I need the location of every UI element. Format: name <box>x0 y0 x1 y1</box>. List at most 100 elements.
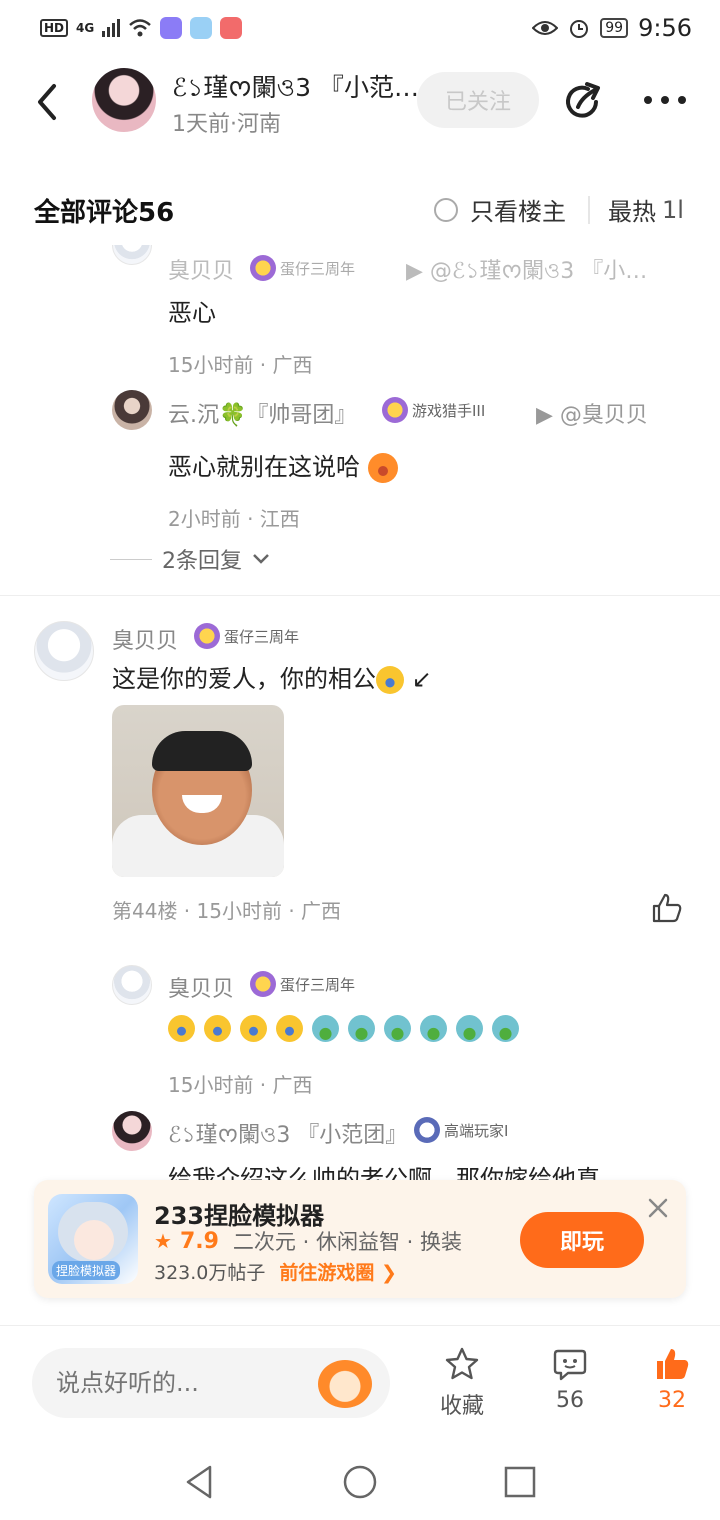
game-icon-tag: 捏脸模拟器 <box>52 1261 121 1280</box>
alarm-icon <box>570 20 589 38</box>
star-icon: ★ <box>154 1229 172 1253</box>
play-now-button[interactable]: 即玩 <box>520 1212 644 1268</box>
comment-text: 这是你的爱人，你的相公 ↙ <box>112 659 432 694</box>
eye-icon <box>532 21 559 35</box>
sort-icon: 1l <box>662 195 684 224</box>
badge-label: 蛋仔三周年 <box>280 975 356 994</box>
comment-text-body: 这是你的爱人，你的相公 <box>112 665 376 693</box>
author-avatar[interactable] <box>92 68 156 132</box>
radio-icon[interactable] <box>434 197 458 222</box>
vomit-emoji-icon <box>384 1015 411 1042</box>
clock: 9:56 <box>638 14 692 42</box>
badge-label: 蛋仔三周年 <box>224 627 300 646</box>
follow-button[interactable]: 已关注 <box>417 72 539 128</box>
favorite-button[interactable]: 收藏 <box>427 1346 497 1420</box>
wifi-icon <box>129 19 152 37</box>
comments-header: 全部评论56 只看楼主 最热 1l <box>0 180 720 240</box>
game-post-count: 323.0万帖子 <box>154 1262 266 1284</box>
vomit-emoji-icon <box>492 1015 519 1042</box>
post-header: ℰ১瑾ᰔ闌ও3 『小范… 1天前·河南 已关注 <box>0 62 720 142</box>
close-icon[interactable] <box>646 1196 670 1220</box>
comment-meta: 2小时前 · 江西 <box>168 507 300 531</box>
nav-back-icon[interactable] <box>180 1462 220 1502</box>
only-op-toggle[interactable]: 只看楼主 <box>434 192 566 227</box>
back-arrow-icon[interactable] <box>28 80 68 124</box>
reply-username[interactable]: 臭贝贝 <box>168 971 234 1003</box>
user-badge: 游戏猎手III <box>382 397 485 423</box>
sort-label: 最热 <box>608 198 656 226</box>
comment-count: 56 <box>556 1388 584 1413</box>
reply-to-target[interactable]: ▶ @臭贝贝 <box>536 397 648 429</box>
only-op-label: 只看楼主 <box>470 198 566 226</box>
more-options-icon[interactable] <box>640 82 690 118</box>
bottom-action-bar: 收藏 56 32 <box>0 1325 720 1440</box>
app-notification-icon <box>160 17 183 39</box>
nav-home-icon[interactable] <box>340 1462 380 1502</box>
favorite-label: 收藏 <box>439 1394 484 1419</box>
sort-selector[interactable]: 最热 1l <box>608 192 684 227</box>
comment-meta: 15小时前 · 广西 <box>168 1073 313 1097</box>
badge-icon <box>414 1117 440 1143</box>
battery-indicator: 99 <box>600 18 629 38</box>
network-type: 4G <box>76 21 95 35</box>
laugh-emoji-icon <box>276 1015 303 1042</box>
hd-indicator: HD <box>40 19 69 37</box>
like-count: 32 <box>658 1388 686 1413</box>
reply-username[interactable]: ℰ১瑾ᰔ闌ও3 『小范团』 <box>168 1117 407 1155</box>
badge-icon <box>382 397 408 423</box>
badge-label: 高端玩家I <box>444 1121 509 1140</box>
comment-feed[interactable]: 臭贝贝 蛋仔三周年 ▶ @ℰ১瑾ᰔ闌ও3 『小… 恶心 15小时前 · 广西 云… <box>0 245 720 1325</box>
badge-icon <box>250 255 276 281</box>
reply-username[interactable]: 云.沉🍀『帅哥团』 <box>168 397 356 429</box>
author-name[interactable]: ℰ১瑾ᰔ闌ও3 『小范… <box>172 68 417 111</box>
comments-button[interactable]: 56 <box>535 1346 605 1413</box>
emoji-picker-icon[interactable] <box>318 1360 372 1408</box>
badge-label: 蛋仔三周年 <box>280 259 356 278</box>
game-icon[interactable]: 捏脸模拟器 <box>48 1194 138 1284</box>
badge-label: 游戏猎手III <box>412 401 486 420</box>
game-posts-row: 323.0万帖子 前往游戏圈 ❯ <box>154 1258 397 1285</box>
comment-text-body: 恶心就别在这说哈 <box>168 453 360 481</box>
laugh-emoji-icon <box>376 666 404 694</box>
game-rating: 7.9 <box>179 1228 219 1254</box>
game-circle-link[interactable]: 前往游戏圈 ❯ <box>279 1258 397 1285</box>
user-badge: 蛋仔三周年 <box>250 255 355 281</box>
share-icon[interactable] <box>562 80 606 124</box>
comments-title: 全部评论56 <box>34 198 175 228</box>
comment-image[interactable] <box>112 705 284 877</box>
avatar[interactable] <box>112 965 152 1005</box>
status-left: HD 4G <box>40 17 243 39</box>
laugh-emoji-icon <box>240 1015 267 1042</box>
thumbs-up-filled-icon <box>657 1349 689 1379</box>
nav-recents-icon[interactable] <box>500 1462 540 1502</box>
reply-username[interactable]: 臭贝贝 <box>168 253 234 285</box>
signal-icon <box>102 19 121 37</box>
avatar[interactable] <box>112 245 152 265</box>
avatar[interactable] <box>112 1111 152 1151</box>
chevron-down-icon <box>253 554 269 564</box>
game-rating-row: ★ 7.9 二次元 · 休闲益智 · 换装 <box>154 1226 462 1256</box>
avatar[interactable] <box>112 390 152 430</box>
system-nav-bar <box>0 1440 720 1520</box>
separator <box>0 595 720 596</box>
avatar[interactable] <box>34 621 94 681</box>
like-button[interactable]: 32 <box>637 1346 707 1413</box>
laugh-emoji-icon <box>168 1015 195 1042</box>
comment-meta: 第44楼 · 15小时前 · 广西 <box>112 899 342 923</box>
badge-icon <box>194 623 220 649</box>
post-time-location: 1天前·河南 <box>172 112 281 137</box>
reply-to-target[interactable]: ▶ @ℰ১瑾ᰔ闌ও3 『小… <box>406 253 666 291</box>
user-badge: 高端玩家I <box>414 1117 508 1143</box>
comment-text: 恶心 <box>168 299 216 327</box>
divider <box>110 558 152 560</box>
badge-icon <box>250 971 276 997</box>
more-replies-button[interactable]: 2条回复 <box>110 543 270 575</box>
game-ad-card[interactable]: 捏脸模拟器 233捏脸模拟器 ★ 7.9 二次元 · 休闲益智 · 换装 323… <box>34 1180 686 1298</box>
arrow-glyph: ↙ <box>411 665 432 693</box>
comment-meta: 15小时前 · 广西 <box>168 353 313 377</box>
red-app-notification-icon <box>220 17 243 39</box>
star-outline-icon <box>445 1347 479 1380</box>
laugh-emoji-icon <box>204 1015 231 1042</box>
comment-username[interactable]: 臭贝贝 <box>112 623 178 655</box>
thumbs-up-icon[interactable] <box>650 891 684 925</box>
